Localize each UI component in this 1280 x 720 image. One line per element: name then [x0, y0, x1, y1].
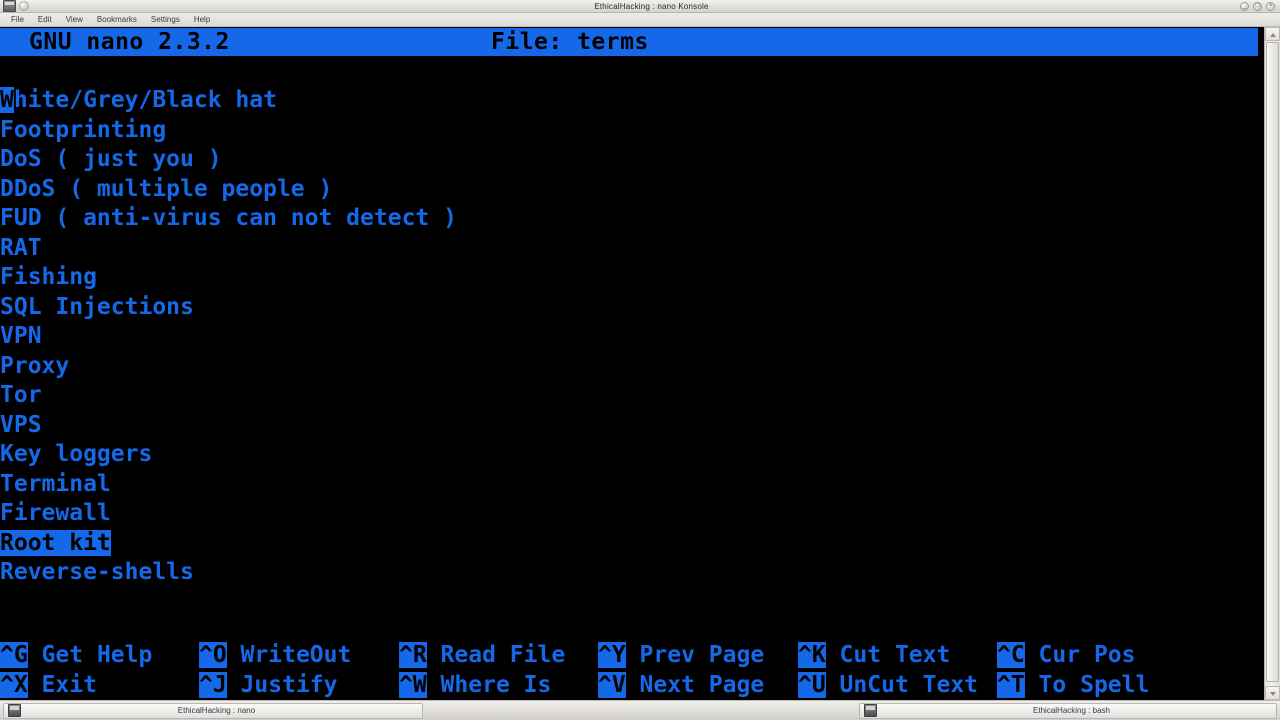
titlebar-left-icons	[0, 0, 63, 12]
shortcut-key: ^R	[399, 642, 427, 668]
nano-text-line: VPN	[0, 323, 42, 349]
shortcut-label: To Spell	[1024, 671, 1150, 698]
nano-text-line: White/Grey/Black hat	[0, 86, 1258, 116]
menu-item-view[interactable]: View	[59, 13, 90, 26]
minimize-icon: _	[1242, 3, 1247, 9]
shortcut-label: Cur Pos	[1024, 642, 1136, 668]
shortcut-label: UnCut Text	[825, 671, 979, 698]
nano-text-line: SQL Injections	[0, 293, 194, 320]
shortcut-key: ^J	[199, 671, 227, 698]
shortcut-label: Read File	[426, 642, 566, 668]
shortcut-row-2: ^X Exit ^J Justify ^W Where Is ^V Next Page…	[0, 671, 1258, 701]
nano-text-line: FUD ( anti-virus can not detect )	[0, 205, 457, 231]
window-title: EthicalHacking : nano Konsole	[594, 1, 709, 11]
menu-item-edit[interactable]: Edit	[31, 13, 59, 26]
nano-text-line: RAT	[0, 234, 42, 261]
nano-file-label: File: terms	[491, 29, 649, 55]
shortcut-label: Exit	[27, 671, 97, 698]
terminal-screen[interactable]: GNU nano 2.3.2 File: terms White/Grey/Bl…	[0, 27, 1264, 700]
shortcut-key: ^V	[598, 671, 626, 698]
nano-text-line: Tor	[0, 382, 42, 408]
shortcut-row-1: ^G Get Help ^O WriteOut ^R Read File ^Y Pre…	[0, 641, 1258, 671]
nano-version-label: GNU nano 2.3.2	[29, 29, 230, 55]
menu-item-settings[interactable]: Settings	[144, 13, 187, 26]
window-controls: _ □ ×	[1240, 1, 1280, 11]
shortcut-key: ^C	[997, 642, 1025, 668]
shortcut-label: Justify	[226, 671, 338, 698]
nano-text-line: Proxy	[0, 352, 70, 379]
nano-shortcut[interactable]: ^X Exit	[0, 671, 97, 701]
nano-text-line: Firewall	[0, 500, 111, 526]
menu-item-file[interactable]: File	[4, 13, 31, 26]
menu-item-help[interactable]: Help	[187, 13, 217, 26]
shortcut-key: ^W	[399, 671, 427, 698]
minimize-button[interactable]: _	[1240, 1, 1249, 11]
shortcut-key: ^X	[0, 671, 28, 698]
nano-title-bar: GNU nano 2.3.2 File: terms	[0, 28, 1258, 56]
selected-text: Root kit	[0, 529, 111, 556]
nano-text-line: Root kit	[0, 529, 1258, 559]
taskbar-item-nano[interactable]: EthicalHacking : nano	[3, 702, 423, 719]
menu-item-bookmarks[interactable]: Bookmarks	[90, 13, 144, 26]
shortcut-key: ^Y	[598, 642, 626, 668]
nano-shortcut[interactable]: ^K Cut Text	[798, 641, 950, 671]
nano-text-line: Key loggers	[0, 441, 153, 467]
taskbar-item-bash[interactable]: EthicalHacking : bash	[859, 702, 1277, 719]
nano-shortcut[interactable]: ^R Read File	[399, 641, 565, 671]
nano-text-line: Footprinting	[0, 116, 167, 143]
nano-shortcut[interactable]: ^W Where Is	[399, 671, 551, 701]
shortcut-key: ^O	[199, 642, 227, 668]
scroll-up-icon[interactable]	[1265, 27, 1280, 41]
close-icon: ×	[1268, 3, 1273, 9]
konsole-window: EthicalHacking : nano Konsole _ □ × File…	[0, 0, 1280, 720]
close-button[interactable]: ×	[1266, 1, 1275, 11]
text-cursor: W	[0, 87, 14, 113]
terminal-icon	[8, 704, 21, 717]
scrollbar-thumb[interactable]	[1266, 42, 1279, 682]
shortcut-key: ^G	[0, 642, 28, 668]
nano-shortcut[interactable]: ^V Next Page	[598, 671, 764, 701]
line-text: hite/Grey/Black hat	[13, 87, 277, 113]
terminal-scrollbar[interactable]	[1264, 27, 1280, 700]
window-titlebar: EthicalHacking : nano Konsole _ □ ×	[0, 0, 1280, 13]
shortcut-label: Next Page	[625, 671, 765, 698]
shortcut-label: Where Is	[426, 671, 552, 698]
nano-shortcut[interactable]: ^T To Spell	[997, 671, 1149, 701]
nano-shortcut[interactable]: ^G Get Help	[0, 641, 152, 671]
taskbar-item-nano-label: EthicalHacking : nano	[177, 706, 256, 715]
nano-text-line: DoS ( just you )	[0, 146, 222, 172]
nano-shortcut[interactable]: ^O WriteOut	[199, 641, 351, 671]
shortcut-label: Prev Page	[625, 642, 765, 668]
nano-shortcut[interactable]: ^U UnCut Text	[798, 671, 978, 701]
maximize-button[interactable]: □	[1253, 1, 1262, 11]
nano-text-line: Reverse-shells	[0, 559, 194, 585]
nano-shortcut-bar: ^G Get Help ^O WriteOut ^R Read File ^Y Pre…	[0, 641, 1258, 700]
menubar: File Edit View Bookmarks Settings Help	[0, 13, 1280, 27]
nano-text-line: Terminal	[0, 470, 111, 497]
nano-text-line: VPS	[0, 411, 42, 438]
terminal-app-icon	[3, 0, 16, 12]
nano-text-line: DDoS ( multiple people )	[0, 175, 333, 202]
nano-text-buffer[interactable]: White/Grey/Black hat Footprinting DoS ( ju…	[0, 86, 1258, 588]
shortcut-label: Get Help	[27, 642, 153, 668]
terminal-icon	[864, 704, 877, 717]
nano-text-line: Fishing	[0, 264, 97, 290]
nano-shortcut[interactable]: ^Y Prev Page	[598, 641, 764, 671]
shortcut-key: ^K	[798, 642, 826, 668]
taskbar: EthicalHacking : nano EthicalHacking : b…	[0, 700, 1280, 720]
scroll-down-icon[interactable]	[1265, 686, 1280, 700]
taskbar-item-bash-label: EthicalHacking : bash	[1033, 706, 1110, 715]
shortcut-label: Cut Text	[825, 642, 951, 668]
nano-shortcut[interactable]: ^J Justify	[199, 671, 337, 701]
shortcut-label: WriteOut	[226, 642, 352, 668]
shortcut-key: ^T	[997, 671, 1025, 698]
maximize-icon: □	[1255, 3, 1260, 9]
nano-shortcut[interactable]: ^C Cur Pos	[997, 641, 1135, 671]
window-menu-icon[interactable]	[19, 1, 29, 11]
shortcut-key: ^U	[798, 671, 826, 698]
